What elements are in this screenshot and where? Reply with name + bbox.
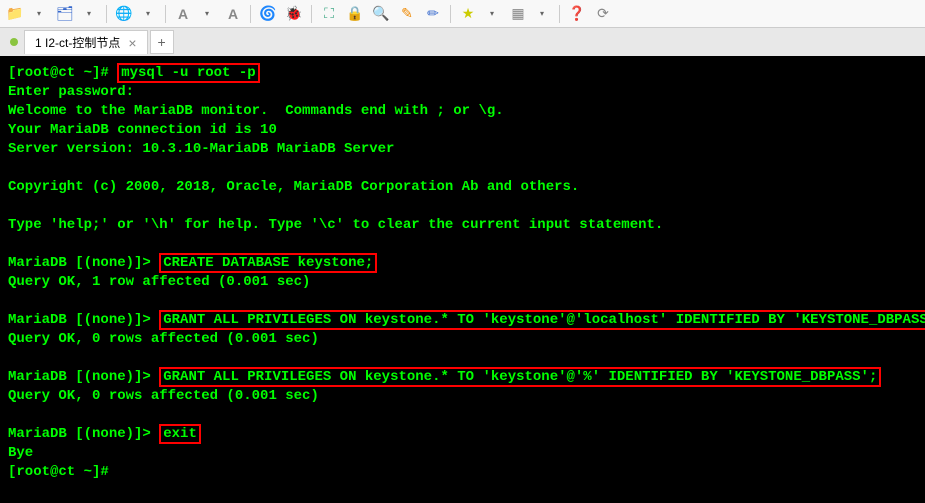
folder-dropdown-icon[interactable]: ▾ xyxy=(28,3,50,25)
refresh-icon[interactable]: ⟳ xyxy=(592,3,614,25)
command-highlight: mysql -u root -p xyxy=(117,63,259,83)
close-icon[interactable]: × xyxy=(128,35,136,51)
tab-active-indicator xyxy=(10,38,18,46)
star-icon[interactable]: ★ xyxy=(457,3,479,25)
bug-icon[interactable]: 🐞 xyxy=(283,3,305,25)
star-dropdown-icon[interactable]: ▾ xyxy=(481,3,503,25)
tab-bar: 1 I2-ct-控制节点 × + xyxy=(0,28,925,56)
pencil-icon[interactable]: ✏ xyxy=(422,3,444,25)
tab-label: 1 I2-ct-控制节点 xyxy=(35,34,120,51)
globe-icon[interactable]: 🌐 xyxy=(113,3,135,25)
wand-icon[interactable]: ✎ xyxy=(396,3,418,25)
tab-session[interactable]: 1 I2-ct-控制节点 × xyxy=(24,30,148,54)
divider xyxy=(250,5,251,23)
terminal-line: Query OK, 1 row affected (0.001 sec) xyxy=(8,274,310,290)
divider xyxy=(165,5,166,23)
font-a2-icon[interactable]: A xyxy=(222,3,244,25)
font-a-icon[interactable]: A xyxy=(172,3,194,25)
grid-icon[interactable]: ▦ xyxy=(507,3,529,25)
command-highlight: GRANT ALL PRIVILEGES ON keystone.* TO 'k… xyxy=(159,367,881,387)
divider xyxy=(559,5,560,23)
expand-icon[interactable]: ⛶ xyxy=(318,3,340,25)
folder-icon[interactable]: 📁 xyxy=(4,3,26,25)
cards-icon[interactable]: 🗂 xyxy=(54,3,76,25)
lock-icon[interactable]: 🔒 xyxy=(344,3,366,25)
terminal-line: Welcome to the MariaDB monitor. Commands… xyxy=(8,103,504,119)
font-dropdown-icon[interactable]: ▾ xyxy=(196,3,218,25)
terminal-line: Enter password: xyxy=(8,84,134,100)
command-highlight: GRANT ALL PRIVILEGES ON keystone.* TO 'k… xyxy=(159,310,925,330)
terminal-line: Query OK, 0 rows affected (0.001 sec) xyxy=(8,331,319,347)
divider xyxy=(106,5,107,23)
terminal-line: Query OK, 0 rows affected (0.001 sec) xyxy=(8,388,319,404)
mariadb-prompt: MariaDB [(none)]> xyxy=(8,312,159,328)
terminal-line: Copyright (c) 2000, 2018, Oracle, MariaD… xyxy=(8,179,579,195)
command-highlight: CREATE DATABASE keystone; xyxy=(159,253,377,273)
help-icon[interactable]: ❓ xyxy=(566,3,588,25)
shell-prompt: [root@ct ~]# xyxy=(8,65,117,81)
mariadb-prompt: MariaDB [(none)]> xyxy=(8,426,159,442)
terminal-line: Your MariaDB connection id is 10 xyxy=(8,122,277,138)
divider xyxy=(450,5,451,23)
terminal-line: Type 'help;' or '\h' for help. Type '\c'… xyxy=(8,217,663,233)
divider xyxy=(311,5,312,23)
cards-dropdown-icon[interactable]: ▾ xyxy=(78,3,100,25)
tab-add-button[interactable]: + xyxy=(150,30,174,54)
globe-dropdown-icon[interactable]: ▾ xyxy=(137,3,159,25)
search-icon[interactable]: 🔍 xyxy=(370,3,392,25)
terminal-line: Bye xyxy=(8,445,33,461)
terminal-output[interactable]: [root@ct ~]# mysql -u root -p Enter pass… xyxy=(0,56,925,503)
command-highlight: exit xyxy=(159,424,201,444)
swirl-icon[interactable]: 🌀 xyxy=(257,3,279,25)
shell-prompt: [root@ct ~]# xyxy=(8,464,109,480)
terminal-line: Server version: 10.3.10-MariaDB MariaDB … xyxy=(8,141,394,157)
main-toolbar: 📁 ▾ 🗂 ▾ 🌐 ▾ A ▾ A 🌀 🐞 ⛶ 🔒 🔍 ✎ ✏ ★ ▾ ▦ ▾ … xyxy=(0,0,925,28)
mariadb-prompt: MariaDB [(none)]> xyxy=(8,255,159,271)
grid-dropdown-icon[interactable]: ▾ xyxy=(531,3,553,25)
mariadb-prompt: MariaDB [(none)]> xyxy=(8,369,159,385)
